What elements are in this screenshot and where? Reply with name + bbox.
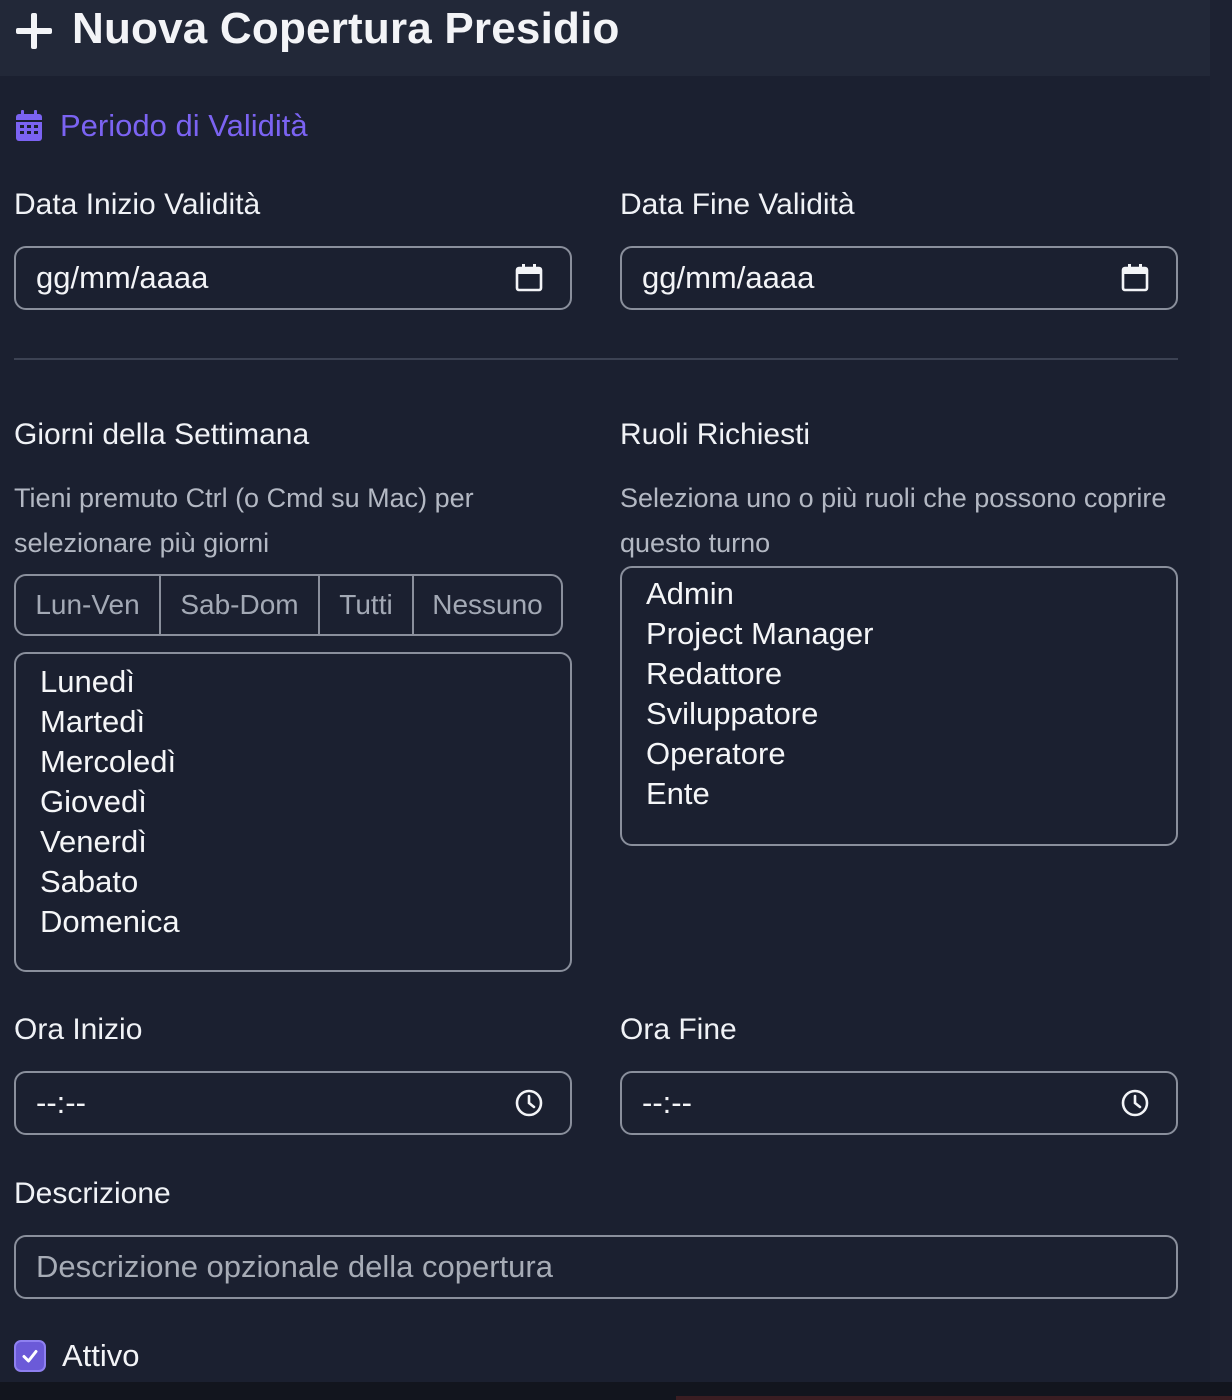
bottom-accent — [676, 1396, 1232, 1400]
role-option[interactable]: Ente — [646, 774, 1176, 814]
no-days-button[interactable]: Nessuno — [414, 576, 561, 634]
calendar-picker-icon[interactable] — [514, 263, 544, 293]
roles-hint: Seleziona uno o più ruoli che possono co… — [620, 483, 1167, 558]
days-quick-select: Lun-Ven Sab-Dom Tutti Nessuno — [14, 574, 563, 636]
weekend-button[interactable]: Sab-Dom — [161, 576, 320, 634]
days-hint: Tieni premuto Ctrl (o Cmd su Mac) per se… — [14, 483, 474, 558]
role-option[interactable]: Project Manager — [646, 614, 1176, 654]
start-date-value: gg/mm/aaaa — [36, 260, 209, 295]
days-multiselect[interactable]: Lunedì Martedì Mercoledì Giovedì Venerdì… — [14, 652, 572, 972]
section-title: Periodo di Validità — [60, 108, 308, 143]
start-time-label: Ora Inizio — [14, 1013, 143, 1046]
role-option[interactable]: Sviluppatore — [646, 694, 1176, 734]
end-date-label: Data Fine Validità — [620, 188, 855, 221]
active-checkbox[interactable] — [14, 1340, 46, 1372]
end-time-label: Ora Fine — [620, 1013, 737, 1046]
roles-label: Ruoli Richiesti — [620, 418, 811, 451]
day-option[interactable]: Venerdì — [40, 822, 570, 862]
roles-multiselect[interactable]: Admin Project Manager Redattore Sviluppa… — [620, 566, 1178, 846]
calendar-icon — [16, 110, 42, 141]
day-option[interactable]: Giovedì — [40, 782, 570, 822]
description-input[interactable]: Descrizione opzionale della copertura — [14, 1235, 1178, 1299]
day-option[interactable]: Domenica — [40, 902, 570, 942]
plus-icon — [16, 13, 52, 49]
clock-icon[interactable] — [514, 1088, 544, 1118]
day-option[interactable]: Sabato — [40, 862, 570, 902]
clock-icon[interactable] — [1120, 1088, 1150, 1118]
end-time-input[interactable]: --:-- — [620, 1071, 1178, 1135]
days-label: Giorni della Settimana — [14, 418, 310, 451]
description-placeholder: Descrizione opzionale della copertura — [36, 1249, 553, 1284]
end-time-value: --:-- — [642, 1085, 692, 1120]
section-validity-period: Periodo di Validità — [14, 108, 308, 144]
calendar-picker-icon[interactable] — [1120, 263, 1150, 293]
role-option[interactable]: Redattore — [646, 654, 1176, 694]
description-label: Descrizione — [14, 1177, 171, 1210]
divider — [14, 358, 1178, 360]
day-option[interactable]: Lunedì — [40, 662, 570, 702]
role-option[interactable]: Operatore — [646, 734, 1176, 774]
bottom-bar — [0, 1382, 1232, 1400]
page-title: Nuova Copertura Presidio — [72, 4, 620, 53]
check-icon — [22, 1350, 38, 1363]
end-date-input[interactable]: gg/mm/aaaa — [620, 246, 1178, 310]
weekdays-button[interactable]: Lun-Ven — [16, 576, 161, 634]
end-date-value: gg/mm/aaaa — [642, 260, 815, 295]
day-option[interactable]: Martedì — [40, 702, 570, 742]
active-label: Attivo — [62, 1338, 140, 1373]
start-time-input[interactable]: --:-- — [14, 1071, 572, 1135]
day-option[interactable]: Mercoledì — [40, 742, 570, 782]
start-date-label: Data Inizio Validità — [14, 188, 261, 221]
scrollbar-track — [1210, 0, 1232, 1400]
start-time-value: --:-- — [36, 1085, 86, 1120]
all-days-button[interactable]: Tutti — [320, 576, 414, 634]
role-option[interactable]: Admin — [646, 574, 1176, 614]
start-date-input[interactable]: gg/mm/aaaa — [14, 246, 572, 310]
active-toggle-row: Attivo — [14, 1338, 140, 1374]
modal-header: Nuova Copertura Presidio — [0, 0, 1210, 76]
